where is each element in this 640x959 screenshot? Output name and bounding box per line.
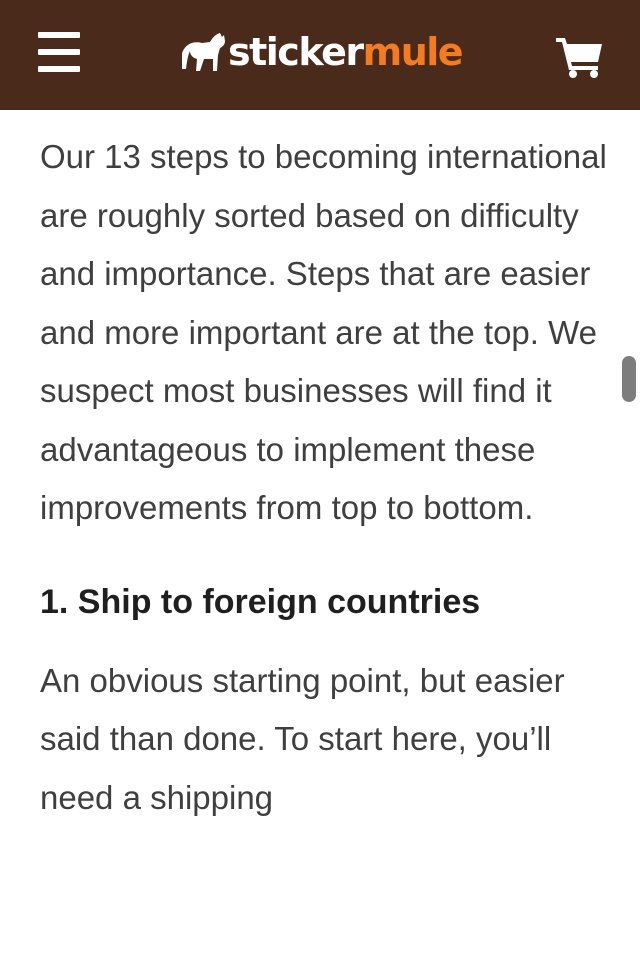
article-body: Our 13 steps to becoming international a… — [40, 128, 610, 827]
logo-text-mule: mule — [362, 30, 464, 74]
section-paragraph: An obvious starting point, but easier sa… — [40, 661, 565, 816]
logo-wordmark: stickermule — [228, 28, 464, 76]
mule-logo-icon — [182, 33, 225, 71]
scrollbar-thumb[interactable] — [622, 356, 636, 402]
shopping-cart-icon[interactable] — [556, 36, 604, 78]
hamburger-menu-icon[interactable] — [38, 32, 80, 72]
section-heading: 1. Ship to foreign countries — [40, 582, 481, 621]
intro-paragraph: Our 13 steps to becoming international a… — [40, 138, 607, 526]
logo-text-sticker: sticker — [228, 30, 364, 74]
stickermule-logo[interactable]: stickermule — [180, 28, 464, 76]
top-navbar: stickermule — [0, 0, 640, 110]
